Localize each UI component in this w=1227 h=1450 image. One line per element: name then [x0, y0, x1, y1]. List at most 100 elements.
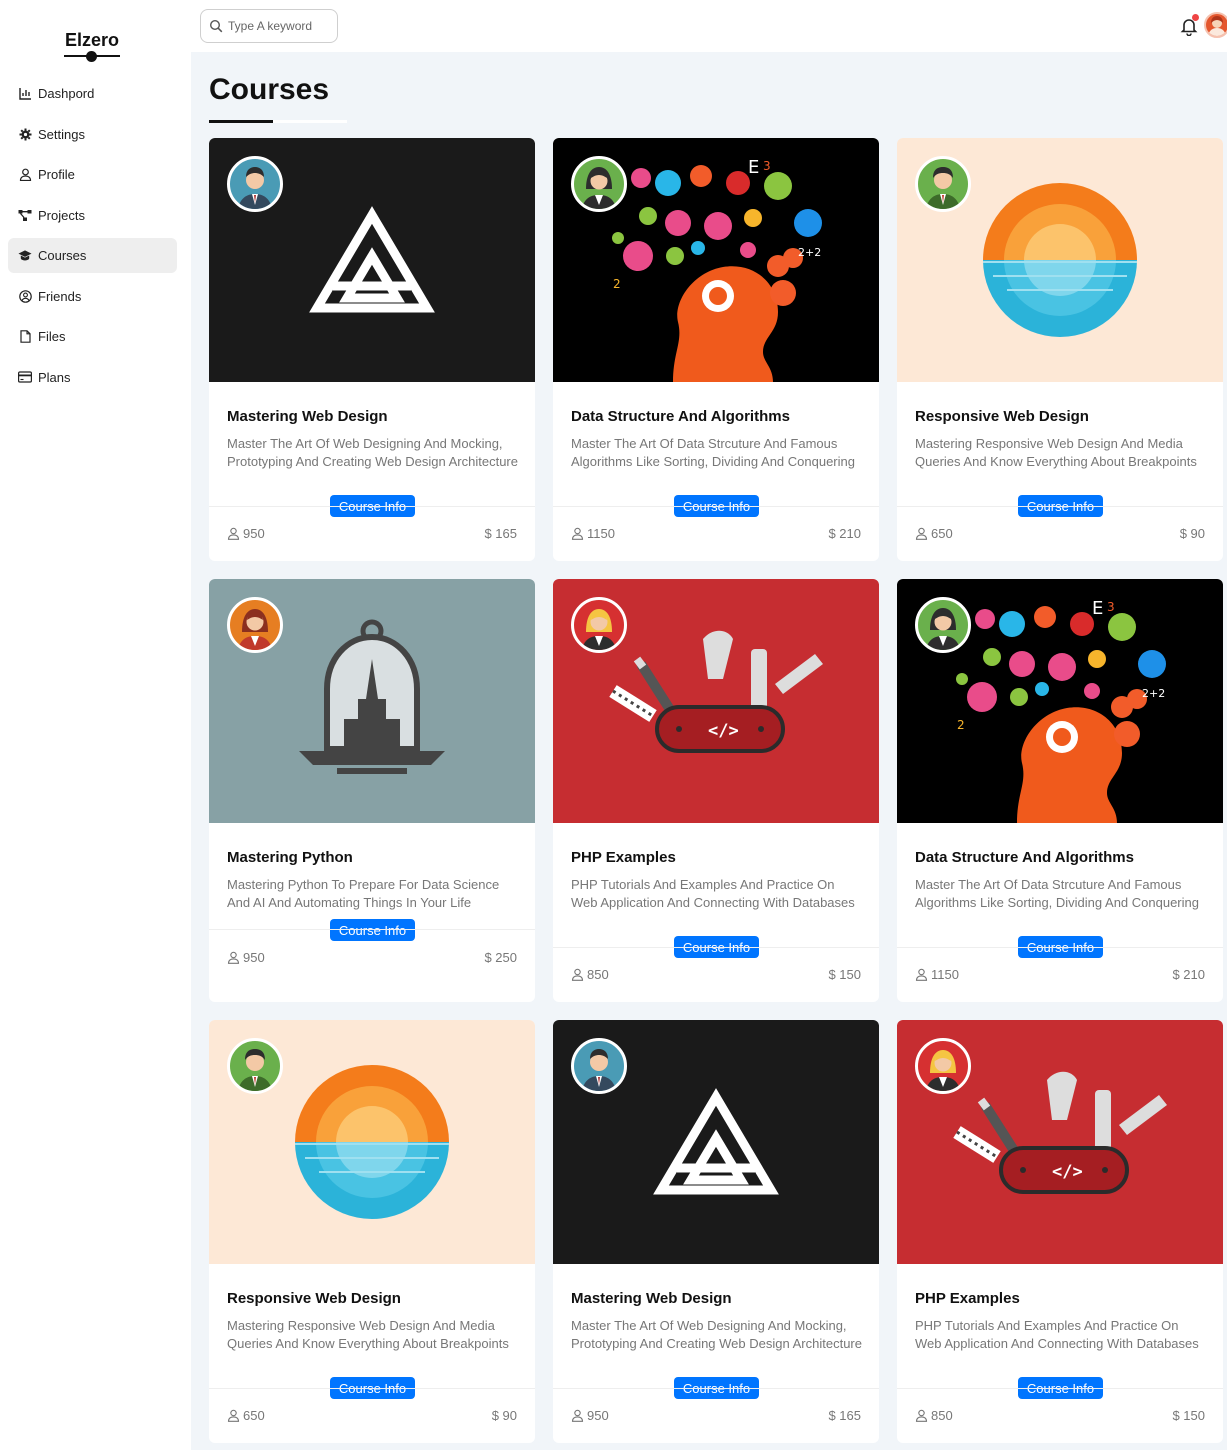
course-price: $ 210 — [1172, 967, 1205, 982]
student-count: 950 — [571, 1408, 609, 1423]
course-title: PHP Examples — [915, 1290, 1020, 1307]
course-card: </> PHP Examples PHP Tutorials And Examp… — [553, 579, 879, 1002]
avatar-woman-orange — [227, 597, 283, 653]
sidebar-item-label: Projects — [38, 207, 85, 223]
student-count-value: 1150 — [587, 526, 615, 541]
svg-text:</>: </> — [1052, 1162, 1083, 1182]
avatar-woman-green — [571, 156, 627, 212]
sidebar-item-label: Settings — [38, 126, 85, 142]
course-title: Mastering Web Design — [227, 408, 388, 425]
chart-icon — [18, 87, 32, 101]
course-title: Data Structure And Algorithms — [571, 408, 790, 425]
card-divider — [209, 929, 535, 930]
course-price: $ 165 — [828, 1408, 861, 1423]
svg-text:3: 3 — [763, 159, 771, 173]
course-title: Responsive Web Design — [227, 1290, 401, 1307]
title-underline-dark — [209, 120, 273, 123]
course-description: Mastering Responsive Web Design And Medi… — [915, 436, 1197, 469]
course-title: Mastering Web Design — [571, 1290, 732, 1307]
search-input[interactable]: Type A keyword — [200, 9, 338, 43]
svg-text:E: E — [1092, 598, 1103, 619]
course-card: Mastering Web Design Master The Art Of W… — [553, 1020, 879, 1443]
course-price: $ 250 — [484, 950, 517, 965]
sidebar-item-files[interactable]: Files — [8, 319, 177, 354]
student-count: 650 — [227, 1408, 265, 1423]
student-count: 650 — [915, 526, 953, 541]
card-divider — [897, 506, 1223, 507]
sidebar-item-courses[interactable]: Courses — [8, 238, 177, 273]
student-count-value: 950 — [587, 1408, 609, 1423]
user-icon — [227, 951, 240, 964]
course-price: $ 90 — [1179, 526, 1205, 541]
graduation-cap-icon — [18, 249, 32, 263]
svg-text:2: 2 — [957, 718, 965, 732]
course-description: Master The Art Of Web Designing And Mock… — [571, 1318, 862, 1351]
svg-text:3: 3 — [1107, 600, 1115, 614]
student-count: 850 — [571, 967, 609, 982]
sidebar-item-profile[interactable]: Profile — [8, 157, 177, 192]
sidebar-item-dashboard[interactable]: Dashpord — [8, 76, 177, 111]
course-description: Mastering Python To Prepare For Data Sci… — [227, 877, 500, 910]
sidebar-item-friends[interactable]: Friends — [8, 279, 177, 314]
sidebar-item-label: Files — [38, 329, 66, 344]
course-card: </> PHP Examples PHP Tutorials And Examp… — [897, 1020, 1223, 1443]
course-description: Master The Art Of Web Designing And Mock… — [227, 436, 518, 469]
student-count: 950 — [227, 950, 265, 965]
svg-text:2: 2 — [613, 277, 621, 291]
student-count: 950 — [227, 526, 265, 541]
course-card: Mastering Web Design Master The Art Of W… — [209, 138, 535, 561]
course-info-button[interactable]: Course Info — [330, 919, 415, 941]
course-card: Mastering Python Mastering Python To Pre… — [209, 579, 535, 1002]
user-icon — [915, 1409, 928, 1422]
card-divider — [553, 1388, 879, 1389]
logo[interactable]: Elzero — [0, 30, 184, 51]
user-icon — [915, 968, 928, 981]
avatar-woman-red — [915, 1038, 971, 1094]
sidebar-item-label: Courses — [38, 248, 87, 263]
course-description: PHP Tutorials And Examples And Practice … — [571, 877, 855, 910]
student-count-value: 650 — [931, 526, 953, 541]
course-price: $ 90 — [491, 1408, 517, 1423]
course-description: Mastering Responsive Web Design And Medi… — [227, 1318, 509, 1351]
avatar-woman-red — [571, 597, 627, 653]
search-icon — [209, 19, 223, 33]
course-price: $ 165 — [484, 526, 517, 541]
sidebar-item-label: Plans — [38, 369, 71, 385]
sidebar-item-settings[interactable]: Settings — [8, 117, 177, 152]
credit-card-icon — [18, 370, 32, 384]
student-count-value: 650 — [243, 1408, 265, 1423]
student-count-value: 1150 — [931, 967, 959, 982]
course-card: E 3 2+2 2 Data Structure And Algorithms … — [897, 579, 1223, 1002]
course-card: Responsive Web Design Mastering Responsi… — [209, 1020, 535, 1443]
avatar-man-green — [915, 156, 971, 212]
diagram-project-icon — [18, 208, 32, 222]
student-count-value: 950 — [243, 950, 265, 965]
course-price: $ 210 — [828, 526, 861, 541]
card-divider — [897, 1388, 1223, 1389]
svg-text:2+2: 2+2 — [798, 246, 821, 259]
student-count-value: 850 — [587, 967, 609, 982]
user-icon — [915, 527, 928, 540]
avatar-woman-green — [915, 597, 971, 653]
course-title: Data Structure And Algorithms — [915, 849, 1134, 866]
course-title: Mastering Python — [227, 849, 353, 866]
card-divider — [209, 506, 535, 507]
notification-badge — [1192, 14, 1199, 21]
sidebar-item-projects[interactable]: Projects — [8, 198, 177, 233]
course-price: $ 150 — [828, 967, 861, 982]
course-price: $ 150 — [1172, 1408, 1205, 1423]
user-avatar[interactable] — [1204, 12, 1227, 38]
course-card: Responsive Web Design Mastering Responsi… — [897, 138, 1223, 561]
sidebar-item-plans[interactable]: Plans — [8, 360, 177, 395]
user-icon — [227, 1409, 240, 1422]
student-count: 1150 — [915, 967, 959, 982]
user-icon — [571, 1409, 584, 1422]
user-circle-icon — [18, 289, 32, 303]
course-description: PHP Tutorials And Examples And Practice … — [915, 1318, 1199, 1351]
user-icon — [571, 527, 584, 540]
svg-text:2+2: 2+2 — [1142, 687, 1165, 700]
course-title: PHP Examples — [571, 849, 676, 866]
avatar-man-blue — [227, 156, 283, 212]
sidebar-nav: Dashpord Settings Profile Projects Cours… — [8, 76, 177, 400]
sidebar-item-label: Friends — [38, 288, 82, 304]
